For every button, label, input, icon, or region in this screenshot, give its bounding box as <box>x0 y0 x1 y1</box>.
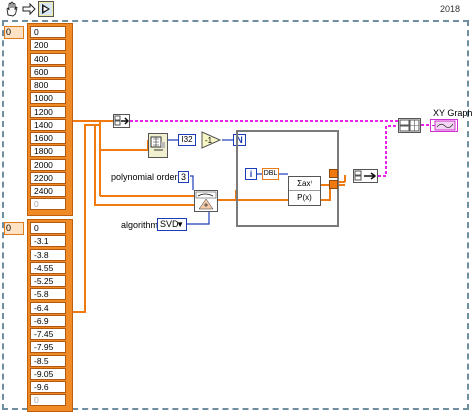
i-terminal[interactable]: i <box>245 168 257 180</box>
array-element[interactable]: -6.4 <box>30 301 66 314</box>
array-element[interactable]: 1200 <box>30 105 66 118</box>
array-element[interactable]: -3.1 <box>30 235 66 248</box>
array-element[interactable]: -9.05 <box>30 367 66 380</box>
array-element[interactable]: 1800 <box>30 145 66 158</box>
dbl-conversion[interactable]: DBL <box>262 168 279 180</box>
xy-graph-icon <box>432 120 456 131</box>
array-element[interactable]: 0 <box>30 222 66 234</box>
array-element[interactable]: 2000 <box>30 158 66 171</box>
general-polynomial-fit-node[interactable] <box>194 190 218 212</box>
y-array-index[interactable]: 0 <box>4 222 24 235</box>
array-element[interactable]: -3.8 <box>30 248 66 261</box>
array-element[interactable]: -7.45 <box>30 328 66 340</box>
sum-label: Σaxⁱ <box>289 177 320 191</box>
output-tunnel[interactable] <box>329 180 338 189</box>
array-element[interactable]: 600 <box>30 65 66 78</box>
decrement-node[interactable]: -1 <box>201 131 222 149</box>
build-array-node-right[interactable] <box>353 169 378 183</box>
svg-text:-1: -1 <box>205 136 213 145</box>
array-element[interactable]: 1400 <box>30 118 66 131</box>
build-array-icon <box>114 115 130 126</box>
y-array[interactable]: 0 -3.1 -3.8 -4.55 -5.25 -5.8 -6.4 -6.9 -7.45 -7.9… <box>27 219 73 412</box>
array-element[interactable]: 2400 <box>30 185 66 197</box>
i32-conversion[interactable]: I32 <box>178 134 196 146</box>
array-element[interactable]: 800 <box>30 79 66 91</box>
array-element[interactable]: -5.25 <box>30 275 66 287</box>
x-array-index[interactable]: 0 <box>4 26 24 39</box>
array-element[interactable]: 200 <box>30 39 66 52</box>
array-element[interactable]: 0 <box>30 394 66 407</box>
cluster-array-icon <box>399 119 420 132</box>
array-element[interactable]: 0 <box>30 198 66 211</box>
array-element[interactable]: 0 <box>30 26 66 38</box>
array-element[interactable]: -5.8 <box>30 288 66 301</box>
array-element[interactable]: 1600 <box>30 132 66 144</box>
polynomial-fit-icon <box>195 191 217 210</box>
array-element[interactable]: -6.9 <box>30 314 66 327</box>
array-size-node[interactable] <box>148 133 168 158</box>
build-cluster-array-node[interactable] <box>398 118 421 133</box>
polynomial-order-constant[interactable]: 3 <box>178 171 189 183</box>
input-tunnel[interactable] <box>329 169 338 178</box>
x-array[interactable]: 0 200 400 600 800 1000 1200 1400 1600 1800 2000 220… <box>27 23 73 216</box>
array-element[interactable]: -7.95 <box>30 341 66 354</box>
array-element[interactable]: 400 <box>30 52 66 65</box>
algorithm-label: algorithm <box>121 220 159 230</box>
algorithm-ring-constant[interactable]: SVD ▼ <box>157 218 187 231</box>
array-element[interactable]: -8.5 <box>30 354 66 367</box>
array-element[interactable]: 1000 <box>30 92 66 105</box>
polynomial-order-label: polynomial order <box>111 172 178 182</box>
poly-eval-label: P(x) <box>297 193 312 202</box>
array-element[interactable]: -4.55 <box>30 261 66 274</box>
array-element[interactable]: -9.6 <box>30 381 66 393</box>
build-array-node[interactable] <box>113 114 130 128</box>
xy-graph-terminal[interactable] <box>430 119 458 132</box>
polynomial-evaluation-node[interactable]: Σaxⁱ P(x) <box>288 176 321 206</box>
decrement-icon: -1 <box>201 131 222 149</box>
build-array-icon <box>354 170 377 181</box>
chevron-down-icon: ▼ <box>176 220 184 229</box>
array-element[interactable]: 2200 <box>30 171 66 184</box>
xy-graph-label: XY Graph <box>433 108 473 118</box>
array-size-icon <box>150 136 165 151</box>
